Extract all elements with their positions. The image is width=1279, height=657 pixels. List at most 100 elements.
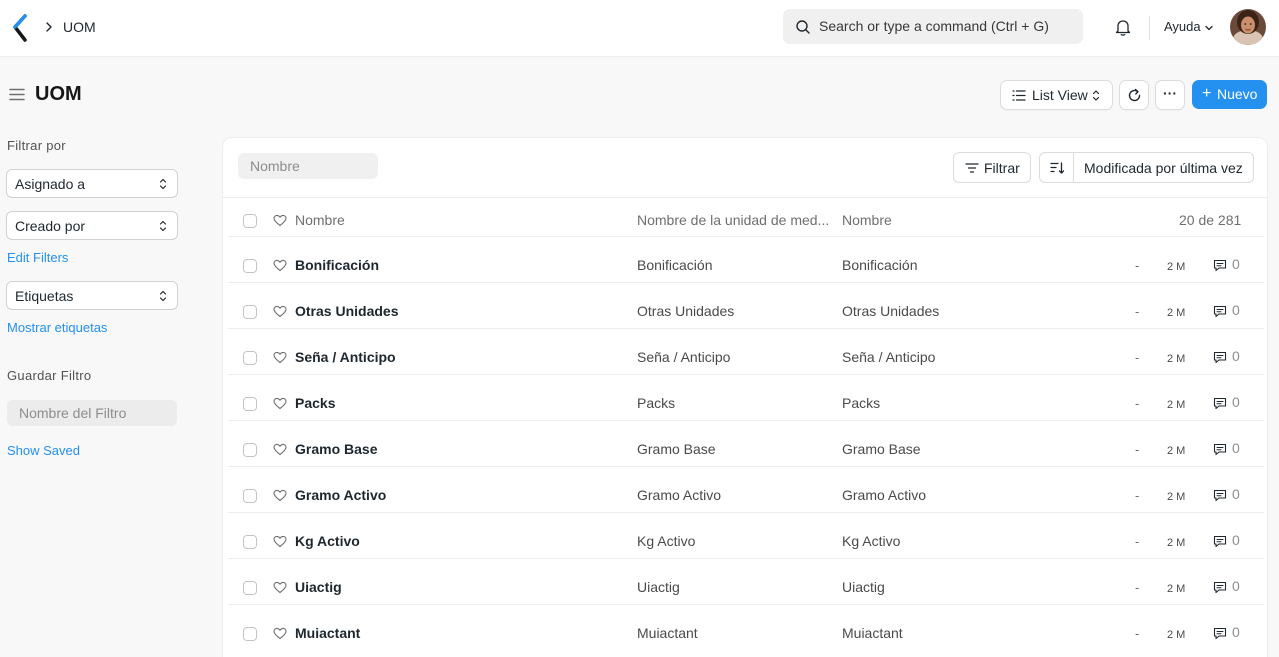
row-name-2: Kg Activo — [842, 533, 901, 549]
comment-icon[interactable] — [1213, 581, 1227, 594]
row-name-link[interactable]: Uiactig — [295, 579, 342, 596]
row-divider — [228, 466, 1264, 467]
select-all-checkbox[interactable] — [243, 214, 257, 228]
row-checkbox[interactable] — [243, 305, 257, 319]
row-unit-name: Packs — [637, 395, 676, 411]
heart-icon[interactable] — [273, 214, 287, 227]
row-checkbox[interactable] — [243, 489, 257, 503]
filter-button[interactable]: Filtrar — [953, 152, 1031, 183]
help-menu[interactable]: Ayuda — [1164, 19, 1201, 35]
row-name-2: Gramo Activo — [842, 487, 927, 503]
comment-icon[interactable] — [1213, 397, 1227, 410]
sort-direction-button[interactable] — [1040, 153, 1074, 182]
navbar: UOM Search or type a command (Ctrl + G) … — [0, 0, 1279, 57]
notification-bell-icon[interactable] — [1113, 17, 1133, 37]
breadcrumb-uom[interactable]: UOM — [63, 18, 96, 36]
row-checkbox[interactable] — [243, 397, 257, 411]
filter-by-heading: Filtrar por — [7, 138, 66, 153]
sidebar-toggle-icon[interactable] — [9, 87, 25, 102]
row-name-link[interactable]: Otras Unidades — [295, 303, 398, 320]
chevron-down-icon[interactable] — [1204, 23, 1214, 33]
refresh-button[interactable] — [1119, 80, 1149, 110]
user-avatar[interactable] — [1230, 9, 1266, 45]
row-status-dash: - — [1135, 488, 1140, 503]
heart-icon[interactable] — [273, 627, 287, 640]
comment-icon[interactable] — [1213, 627, 1227, 640]
row-comment-count: 0 — [1232, 486, 1240, 502]
row-divider — [228, 512, 1264, 513]
filter-name-input[interactable]: Nombre del Filtro — [7, 400, 177, 426]
created-by-select[interactable]: Creado por — [6, 211, 178, 240]
heart-icon[interactable] — [273, 397, 287, 410]
comment-icon[interactable] — [1213, 351, 1227, 364]
row-modified: 2 M — [1167, 537, 1186, 549]
list-view-button[interactable]: List View — [1000, 80, 1113, 110]
list-icon — [1012, 90, 1026, 101]
search-bar[interactable]: Search or type a command (Ctrl + G) — [783, 9, 1083, 44]
comment-icon[interactable] — [1213, 535, 1227, 548]
row-name-2: Gramo Base — [842, 441, 921, 457]
tags-select[interactable]: Etiquetas — [6, 281, 178, 310]
row-checkbox[interactable] — [243, 627, 257, 641]
row-status-dash: - — [1135, 534, 1140, 549]
edit-filters-link[interactable]: Edit Filters — [7, 250, 68, 266]
plus-icon: + — [1202, 85, 1212, 102]
show-tags-link[interactable]: Mostrar etiquetas — [7, 320, 107, 336]
heart-icon[interactable] — [273, 259, 287, 272]
row-unit-name: Otras Unidades — [637, 303, 735, 319]
row-name-link[interactable]: Bonificación — [295, 257, 379, 274]
row-modified: 2 M — [1167, 445, 1186, 457]
heart-icon[interactable] — [273, 443, 287, 456]
breadcrumb-chevron-icon — [46, 22, 52, 32]
comment-icon[interactable] — [1213, 443, 1227, 456]
row-name-2: Packs — [842, 395, 881, 411]
row-unit-name: Gramo Activo — [637, 487, 722, 503]
header-unit-name[interactable]: Nombre de la unidad de med... — [637, 212, 829, 229]
header-name-2[interactable]: Nombre — [842, 212, 892, 229]
row-divider — [228, 558, 1264, 559]
row-name-link[interactable]: Gramo Base — [295, 441, 377, 458]
app-logo-icon[interactable] — [12, 14, 28, 42]
row-divider — [228, 328, 1264, 329]
search-icon — [796, 20, 810, 34]
show-saved-link[interactable]: Show Saved — [7, 443, 80, 459]
row-name-link[interactable]: Packs — [295, 395, 335, 412]
row-name-link[interactable]: Seña / Anticipo — [295, 349, 396, 366]
search-placeholder: Search or type a command (Ctrl + G) — [819, 18, 1049, 34]
row-checkbox[interactable] — [243, 259, 257, 273]
row-name-link[interactable]: Gramo Activo — [295, 487, 386, 504]
name-filter-input[interactable]: Nombre — [238, 153, 378, 179]
row-divider — [228, 236, 1264, 237]
row-checkbox[interactable] — [243, 351, 257, 365]
heart-icon[interactable] — [273, 581, 287, 594]
header-name[interactable]: Nombre — [295, 212, 345, 229]
row-unit-name: Kg Activo — [637, 533, 696, 549]
more-dots-icon: ··· — [1163, 85, 1177, 101]
row-checkbox[interactable] — [243, 535, 257, 549]
row-modified: 2 M — [1167, 583, 1186, 595]
heart-icon[interactable] — [273, 351, 287, 364]
assigned-to-select[interactable]: Asignado a — [6, 169, 178, 198]
row-unit-name: Uiactig — [637, 579, 680, 595]
heart-icon[interactable] — [273, 489, 287, 502]
row-name-link[interactable]: Kg Activo — [295, 533, 360, 550]
heart-icon[interactable] — [273, 305, 287, 318]
refresh-icon — [1128, 88, 1141, 102]
filter-icon — [965, 163, 979, 173]
heart-icon[interactable] — [273, 535, 287, 548]
new-button[interactable]: + Nuevo — [1192, 80, 1267, 109]
row-comment-count: 0 — [1232, 578, 1240, 594]
row-name-link[interactable]: Muiactant — [295, 625, 360, 642]
row-name-2: Muiactant — [842, 625, 903, 641]
row-checkbox[interactable] — [243, 443, 257, 457]
sort-field-selector[interactable]: Modificada por última vez — [1084, 160, 1243, 177]
comment-icon[interactable] — [1213, 259, 1227, 272]
list-count: 20 de 281 — [1179, 212, 1242, 228]
more-actions-button[interactable]: ··· — [1155, 80, 1185, 110]
row-modified: 2 M — [1167, 491, 1186, 503]
row-modified: 2 M — [1167, 629, 1186, 641]
row-unit-name: Gramo Base — [637, 441, 716, 457]
row-checkbox[interactable] — [243, 581, 257, 595]
comment-icon[interactable] — [1213, 489, 1227, 502]
comment-icon[interactable] — [1213, 305, 1227, 318]
